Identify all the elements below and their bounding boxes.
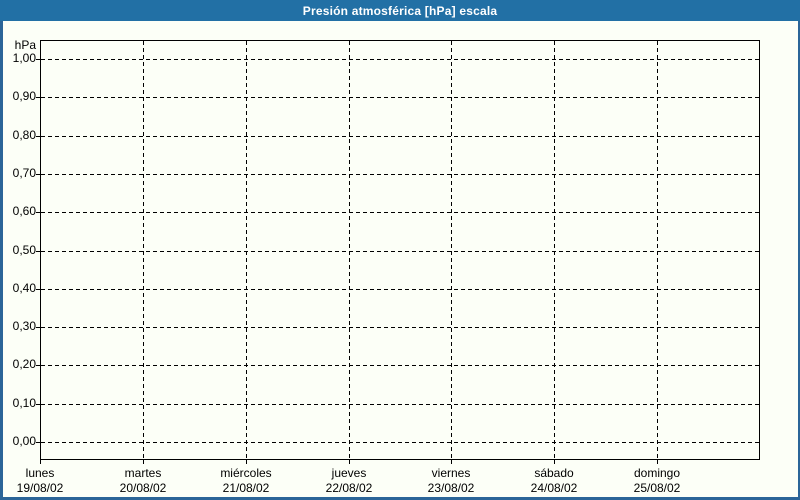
y-tick-mark <box>36 136 40 137</box>
h-gridline <box>41 404 759 405</box>
h-gridline <box>41 251 759 252</box>
x-date-label: 25/08/02 <box>633 481 681 495</box>
h-gridline <box>41 365 759 366</box>
y-tick-mark <box>36 59 40 60</box>
y-tick-mark <box>36 365 40 366</box>
y-tick-mark <box>36 404 40 405</box>
h-gridline <box>41 327 759 328</box>
y-tick-label: 0,70 <box>12 166 36 180</box>
h-gridline <box>41 97 759 98</box>
x-date-label: 19/08/02 <box>16 481 64 495</box>
x-tick-label: domingo 25/08/02 <box>602 466 712 496</box>
x-day-label: martes <box>124 466 162 480</box>
x-tick-mark <box>657 460 658 464</box>
x-tick-mark <box>451 460 452 464</box>
y-tick-mark <box>36 174 40 175</box>
h-gridline <box>41 174 759 175</box>
x-date-label: 20/08/02 <box>119 481 167 495</box>
y-tick-label: 0,10 <box>12 396 36 410</box>
plot-area <box>40 40 760 460</box>
v-gridline <box>451 41 452 459</box>
y-tick-label: 1,00 <box>12 51 36 65</box>
v-gridline <box>246 41 247 459</box>
v-gridline <box>349 41 350 459</box>
h-gridline <box>41 136 759 137</box>
chart-window: Presión atmosférica [hPa] escala hPa 1,0… <box>0 0 800 500</box>
y-tick-label: 0,00 <box>12 434 36 448</box>
window-border-left <box>0 21 3 500</box>
x-tick-label: sábado 24/08/02 <box>499 466 609 496</box>
y-tick-label: 0,90 <box>12 89 36 103</box>
y-tick-mark <box>36 289 40 290</box>
y-tick-label: 0,20 <box>12 357 36 371</box>
h-gridline <box>41 442 759 443</box>
y-tick-label: 0,80 <box>12 128 36 142</box>
y-tick-label: 0,50 <box>12 243 36 257</box>
x-tick-mark <box>554 460 555 464</box>
h-gridline <box>41 289 759 290</box>
y-tick-mark <box>36 212 40 213</box>
y-tick-mark <box>36 442 40 443</box>
x-tick-mark <box>40 460 41 464</box>
y-tick-mark <box>36 251 40 252</box>
y-tick-mark <box>36 327 40 328</box>
y-tick-mark <box>36 97 40 98</box>
y-tick-label: 0,60 <box>12 204 36 218</box>
x-tick-mark <box>246 460 247 464</box>
x-tick-mark <box>349 460 350 464</box>
v-gridline <box>143 41 144 459</box>
x-date-label: 21/08/02 <box>222 481 270 495</box>
x-date-label: 22/08/02 <box>325 481 373 495</box>
chart-region: hPa 1,00 0,90 0,80 0,70 0,60 0,50 0,40 0,30 0,20… <box>0 0 800 500</box>
x-tick-mark <box>143 460 144 464</box>
v-gridline <box>657 41 658 459</box>
y-tick-label: 0,40 <box>12 281 36 295</box>
x-day-label: sábado <box>534 466 574 480</box>
x-tick-label: miércoles 21/08/02 <box>191 466 301 496</box>
x-day-label: miércoles <box>220 466 272 480</box>
x-tick-label: viernes 23/08/02 <box>396 466 506 496</box>
v-gridline <box>554 41 555 459</box>
x-tick-label: lunes 19/08/02 <box>0 466 95 496</box>
h-gridline <box>41 212 759 213</box>
x-tick-label: jueves 22/08/02 <box>294 466 404 496</box>
y-tick-label: 0,30 <box>12 319 36 333</box>
x-date-label: 24/08/02 <box>530 481 578 495</box>
h-gridline <box>41 59 759 60</box>
x-day-label: viernes <box>431 466 471 480</box>
x-day-label: domingo <box>633 466 681 480</box>
x-day-label: jueves <box>331 466 367 480</box>
x-date-label: 23/08/02 <box>427 481 475 495</box>
x-day-label: lunes <box>25 466 55 480</box>
x-tick-label: martes 20/08/02 <box>88 466 198 496</box>
